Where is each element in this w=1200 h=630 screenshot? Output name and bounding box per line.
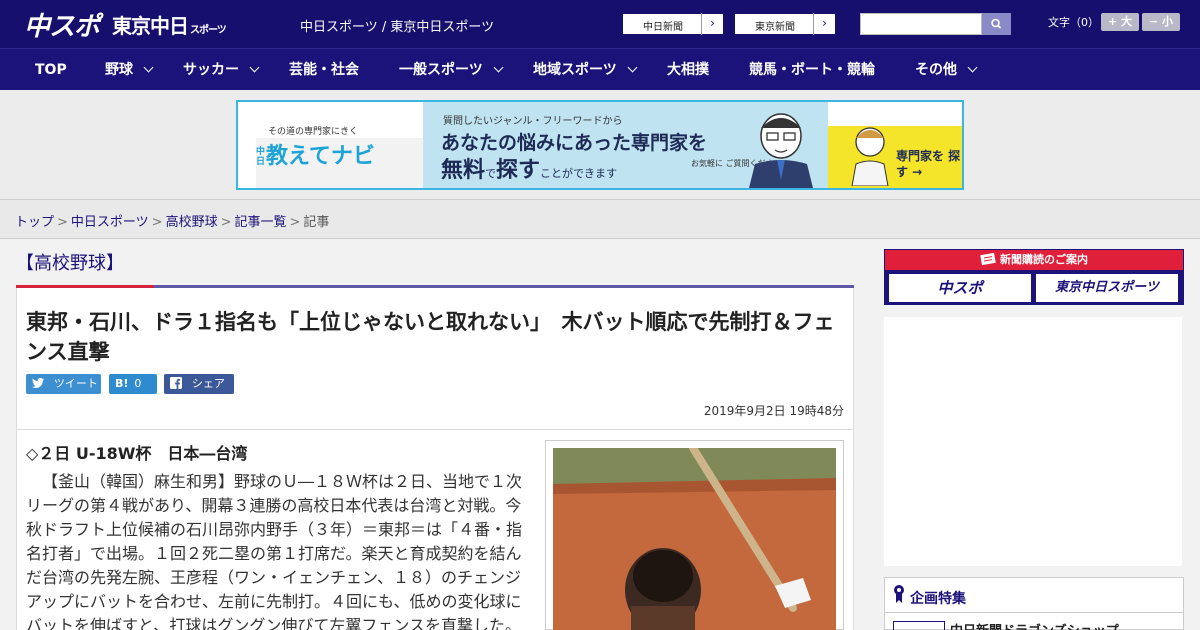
nav-item-top[interactable]: TOP <box>35 49 67 91</box>
banner-can: ことができます <box>540 167 618 180</box>
article-subhead: ◇２日 U-18W杯 日本―台湾 <box>26 444 248 463</box>
subscribe-chusupo-logo[interactable]: 中スポ <box>889 274 1031 302</box>
thinking-person-illustration <box>851 127 889 186</box>
chevron-down-icon <box>143 62 154 73</box>
ext-link-label: 東京新聞 <box>755 22 795 33</box>
feature-item-dragons-shop[interactable]: 中日新聞ドラゴンズショップ <box>950 620 1119 630</box>
banner-free: 無料 <box>441 158 486 183</box>
article-photo[interactable] <box>553 448 836 630</box>
nav-label: その他 <box>915 62 957 78</box>
batter-photo <box>553 448 836 630</box>
chevron-right-icon: › <box>813 13 835 35</box>
search-icon <box>991 18 1002 29</box>
expert-illustration <box>749 113 813 188</box>
twitter-icon <box>32 377 48 390</box>
nav-label: 地域スポーツ <box>533 62 617 78</box>
nav-label: 一般スポーツ <box>399 62 483 78</box>
hatena-bookmark-button[interactable]: B! 0 <box>109 374 157 394</box>
breadcrumb-high-school-baseball[interactable]: 高校野球 <box>166 215 218 230</box>
nav-item-baseball[interactable]: 野球 <box>105 49 154 91</box>
breadcrumb-current: 記事 <box>303 215 330 230</box>
breadcrumb-article-list[interactable]: 記事一覧 <box>235 215 287 230</box>
publish-date: 2019年9月2日 19時48分 <box>703 404 844 418</box>
article-headline: 東邦・石川、ドラ１指名も「上位じゃないと取れない」 木バット順応で先制打＆フェン… <box>26 310 835 364</box>
tokyo-shimbun-link[interactable]: 東京新聞 › <box>734 13 836 35</box>
chevron-right-icon: › <box>701 13 723 35</box>
search-button[interactable] <box>982 13 1011 35</box>
banner-line1: 質問したいジャンル・フリーワードから <box>443 116 623 127</box>
feature-title: 企画特集 <box>910 591 966 607</box>
breadcrumb-separator: > <box>289 215 301 230</box>
banner-cta[interactable]: 専門家を 探す → <box>828 126 962 188</box>
nav-item-racing[interactable]: 競馬・ボート・競輪 <box>749 49 875 91</box>
breadcrumb-separator: > <box>57 215 68 230</box>
banner-line2: あなたの悩みにあった専門家を <box>441 132 708 154</box>
chevron-down-icon <box>627 62 638 73</box>
banner-brand-title: 教えてナビ <box>266 144 375 169</box>
tweet-label: ツイート <box>53 377 98 390</box>
banner-line3: 無料で探すことができます <box>441 152 617 184</box>
banner-brand-badge: 中日 <box>256 147 266 167</box>
chevron-down-icon <box>493 62 504 73</box>
tokyo-chunichi-logo[interactable]: 東京中日 スポーツ <box>112 10 227 39</box>
oshiete-navi-banner[interactable]: その道の専門家にきく 中日教えてナビ 質問したいジャンル・フリーワードから あな… <box>236 100 964 190</box>
nav-item-local-sports[interactable]: 地域スポーツ <box>533 49 638 91</box>
subscription-heading: 新聞購読のご案内 <box>885 250 1183 270</box>
subscribe-tokyo-logo[interactable]: 東京中日スポーツ <box>1036 274 1178 302</box>
nav-label: 野球 <box>105 62 133 78</box>
chunichi-shimbun-link[interactable]: 中日新聞 › <box>622 13 724 35</box>
nav-label: 大相撲 <box>667 62 709 78</box>
ribbon-icon <box>894 585 904 603</box>
nav-item-general-sports[interactable]: 一般スポーツ <box>399 49 504 91</box>
category-tab[interactable]: 【高校野球】 <box>16 249 124 275</box>
hatena-icon: B! <box>115 377 129 390</box>
hatena-count: 0 <box>134 377 142 390</box>
article-divider <box>16 429 854 430</box>
breadcrumb-top[interactable]: トップ <box>15 215 54 230</box>
tokyo-logo-text: 東京中日 <box>112 14 189 38</box>
tweet-button[interactable]: ツイート <box>26 374 101 394</box>
breadcrumb: トップ > 中日スポーツ > 高校野球 > 記事一覧 > 記事 <box>15 211 329 230</box>
top-header: 中スポ 東京中日 スポーツ 中日スポーツ / 東京中日スポーツ 中日新聞 › 東京… <box>0 0 1200 48</box>
nav-label: 芸能・社会 <box>289 62 359 78</box>
newspaper-icon <box>980 252 996 266</box>
banner-search: 探す <box>496 158 541 183</box>
chevron-down-icon <box>967 62 978 73</box>
font-size-label: 文字（0） <box>1048 16 1099 29</box>
article-body: 【釜山（韓国）麻生和男】野球のＵ―１８Ｗ杯は２日、当地で１次リーグの第４戦があり… <box>26 472 523 630</box>
nav-item-sumo[interactable]: 大相撲 <box>667 49 709 91</box>
nav-label: TOP <box>35 62 67 78</box>
ad-banner-area: その道の専門家にきく 中日教えてナビ 質問したいジャンル・フリーワードから あな… <box>0 90 1200 200</box>
font-larger-button[interactable]: + 大 <box>1101 13 1139 31</box>
ext-link-label: 中日新聞 <box>643 22 683 33</box>
banner-brand-sub: その道の専門家にきく <box>268 127 359 137</box>
nav-label: 競馬・ボート・競輪 <box>749 62 875 78</box>
nav-item-other[interactable]: その他 <box>915 49 978 91</box>
banner-brand: その道の専門家にきく 中日教えてナビ <box>238 102 962 188</box>
facebook-share-button[interactable]: シェア 0 <box>164 374 234 410</box>
breadcrumb-separator: > <box>151 215 163 230</box>
site-title: 中日スポーツ / 東京中日スポーツ <box>300 20 495 35</box>
banner-de: で <box>485 167 497 180</box>
subscription-heading-text: 新聞購読のご案内 <box>1000 253 1088 266</box>
breadcrumb-separator: > <box>220 215 232 230</box>
breadcrumb-chunichi-sports[interactable]: 中日スポーツ <box>71 215 149 230</box>
feature-divider <box>884 612 1184 613</box>
feature-thumbnail[interactable] <box>893 621 945 630</box>
facebook-icon <box>170 377 186 390</box>
main-nav: TOP 野球 サッカー 芸能・社会 一般スポーツ 地域スポーツ 大相撲 競馬・ボ… <box>0 48 1200 90</box>
tokyo-logo-small: スポーツ <box>190 25 227 36</box>
nav-item-entertainment[interactable]: 芸能・社会 <box>289 49 359 91</box>
banner-cta-text: 専門家を 探す → <box>896 149 961 179</box>
search-input[interactable] <box>860 13 982 35</box>
chusupo-logo[interactable]: 中スポ <box>24 6 100 43</box>
chevron-down-icon <box>249 62 260 73</box>
nav-label: サッカー <box>183 62 239 78</box>
banner-copy: 質問したいジャンル・フリーワードから あなたの悩みにあった専門家を 無料で探すこ… <box>423 102 828 188</box>
nav-item-soccer[interactable]: サッカー <box>183 49 260 91</box>
font-smaller-button[interactable]: − 小 <box>1142 13 1180 31</box>
sidebar-ad-slot <box>884 317 1182 566</box>
subscription-box[interactable]: 新聞購読のご案内 中スポ 東京中日スポーツ <box>884 249 1184 305</box>
